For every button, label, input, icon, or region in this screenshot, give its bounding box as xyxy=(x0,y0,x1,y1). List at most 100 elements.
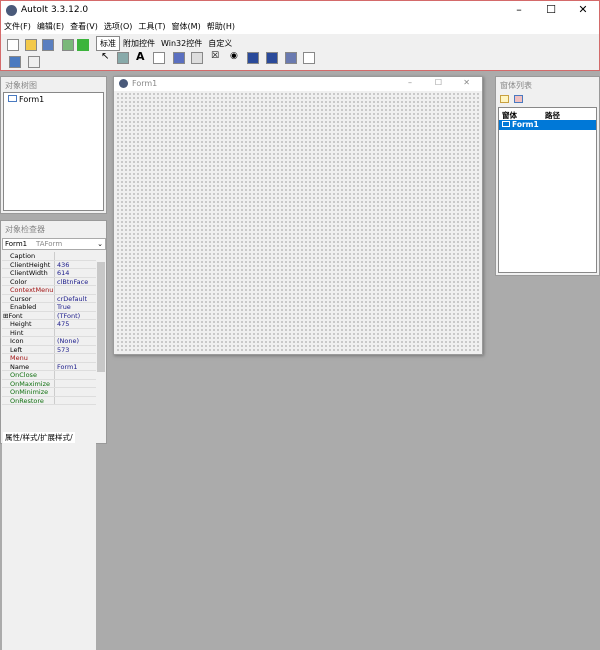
property-row[interactable]: Menu xyxy=(2,354,96,363)
tree-item[interactable]: Form1 xyxy=(19,95,44,104)
form-icon[interactable] xyxy=(9,56,21,68)
form-list-panel: 窗体列表 窗体 路径 Form1 xyxy=(495,76,600,276)
property-value[interactable] xyxy=(55,371,57,379)
property-value[interactable]: 475 xyxy=(55,320,69,328)
property-row[interactable]: OnClose xyxy=(2,371,96,380)
design-grid[interactable] xyxy=(116,92,480,352)
menu-form[interactable]: 窗体(M) xyxy=(169,19,204,34)
menu-view[interactable]: 查看(V) xyxy=(67,19,101,34)
form-title: Form1 xyxy=(132,79,158,88)
save-icon[interactable] xyxy=(42,39,54,51)
property-value[interactable]: crDefault xyxy=(55,295,87,303)
edit-icon[interactable] xyxy=(153,52,165,64)
autoit-logo-icon xyxy=(119,79,128,88)
property-row[interactable]: OnMinimize xyxy=(2,388,96,397)
label-icon[interactable]: A xyxy=(136,50,145,63)
group-icon[interactable] xyxy=(117,52,129,64)
menu-tools[interactable]: 工具(T) xyxy=(135,19,168,34)
object-select[interactable]: Form1 TAForm ⌄ xyxy=(2,238,106,250)
property-value[interactable]: Form1 xyxy=(55,363,78,371)
property-name: OnClose xyxy=(2,371,55,379)
menu-options[interactable]: 选项(O) xyxy=(101,19,136,34)
new-form-icon[interactable] xyxy=(500,95,509,103)
property-row[interactable]: Hint xyxy=(2,328,96,337)
property-value[interactable]: 614 xyxy=(55,269,69,277)
menu-file[interactable]: 文件(F) xyxy=(1,19,34,34)
run-icon[interactable] xyxy=(62,39,74,51)
property-row[interactable]: ContextMenu xyxy=(2,286,96,295)
property-row[interactable]: Enabled True xyxy=(2,303,96,312)
open-icon[interactable] xyxy=(25,39,37,51)
property-row[interactable]: OnRestore xyxy=(2,396,96,405)
list-icon[interactable] xyxy=(173,52,185,64)
chevron-down-icon: ⌄ xyxy=(97,240,103,248)
menu-edit[interactable]: 编辑(E) xyxy=(34,19,67,34)
property-row[interactable]: Left 573 xyxy=(2,345,96,354)
property-name: ClientWidth xyxy=(2,269,55,277)
tree-icon[interactable] xyxy=(285,52,297,64)
property-name: Enabled xyxy=(2,303,55,311)
property-value[interactable] xyxy=(55,397,57,405)
property-value[interactable] xyxy=(55,388,57,396)
property-name: Name xyxy=(2,362,55,370)
compile-icon[interactable] xyxy=(77,39,89,51)
property-row[interactable]: ⊞Font (TFont) xyxy=(2,311,96,320)
property-row[interactable]: Caption xyxy=(2,252,96,261)
radio-icon[interactable]: ◉ xyxy=(230,51,238,61)
property-value[interactable]: clBtnFace xyxy=(55,278,88,286)
maximize-button[interactable]: ☐ xyxy=(535,1,567,20)
listview-icon[interactable] xyxy=(266,52,278,64)
panel-title: 对象检查器 xyxy=(1,221,106,235)
object-name: Form1 xyxy=(5,240,28,248)
property-value[interactable]: 436 xyxy=(55,261,69,269)
tab-standard[interactable]: 标准 xyxy=(96,36,120,51)
combo-icon[interactable] xyxy=(247,52,259,64)
title-bar: AutoIt 3.3.12.0 – ☐ ✕ xyxy=(0,0,600,19)
tab-extra[interactable]: 附加控件 xyxy=(120,37,158,50)
property-row[interactable]: Color clBtnFace xyxy=(2,277,96,286)
column-header-path[interactable]: 路径 xyxy=(545,111,560,120)
tab-ex-styles[interactable]: 扩展样式 xyxy=(40,433,70,442)
property-value[interactable]: 573 xyxy=(55,346,69,354)
panel-title: 对象树图 xyxy=(1,77,106,91)
pointer-icon[interactable]: ↖ xyxy=(101,51,109,62)
property-name: Color xyxy=(2,277,55,285)
property-value[interactable] xyxy=(55,380,57,388)
property-row[interactable]: OnMaximize xyxy=(2,379,96,388)
minimize-icon[interactable]: – xyxy=(408,78,412,87)
list-item[interactable]: Form1 xyxy=(499,120,596,130)
column-header-window[interactable]: 窗体 xyxy=(502,111,517,120)
minimize-button[interactable]: – xyxy=(503,1,535,20)
property-row[interactable]: Cursor crDefault xyxy=(2,294,96,303)
property-row[interactable]: ClientHeight 436 xyxy=(2,260,96,269)
maximize-icon[interactable]: ☐ xyxy=(435,78,442,87)
properties-icon[interactable] xyxy=(28,56,40,68)
property-name: Left xyxy=(2,345,55,353)
menu-help[interactable]: 帮助(H) xyxy=(204,19,238,34)
new-icon[interactable] xyxy=(7,39,19,51)
property-value[interactable] xyxy=(55,329,57,337)
tab-properties[interactable]: 属性 xyxy=(5,433,20,442)
property-value[interactable] xyxy=(55,286,57,294)
property-value[interactable] xyxy=(55,252,57,260)
property-value[interactable]: (TFont) xyxy=(55,312,80,320)
checkbox-icon[interactable]: ☒ xyxy=(211,51,219,61)
property-value[interactable] xyxy=(55,354,57,362)
close-button[interactable]: ✕ xyxy=(567,1,599,20)
tab-styles[interactable]: 样式 xyxy=(23,433,38,442)
button-icon[interactable] xyxy=(191,52,203,64)
property-row[interactable]: ClientWidth 614 xyxy=(2,269,96,278)
property-value[interactable]: True xyxy=(55,303,71,311)
delete-form-icon[interactable] xyxy=(514,95,523,103)
property-name: OnRestore xyxy=(2,396,55,404)
property-name: ContextMenu xyxy=(2,286,55,294)
tab-win32[interactable]: Win32控件 xyxy=(158,37,205,50)
scrollbar[interactable] xyxy=(96,252,106,435)
window-icon[interactable] xyxy=(303,52,315,64)
property-row[interactable]: Icon (None) xyxy=(2,337,96,346)
close-icon[interactable]: ✕ xyxy=(463,78,470,87)
property-row[interactable]: Height 475 xyxy=(2,320,96,329)
tab-custom[interactable]: 自定义 xyxy=(205,37,235,50)
property-value[interactable]: (None) xyxy=(55,337,79,345)
property-row[interactable]: Name Form1 xyxy=(2,362,96,371)
